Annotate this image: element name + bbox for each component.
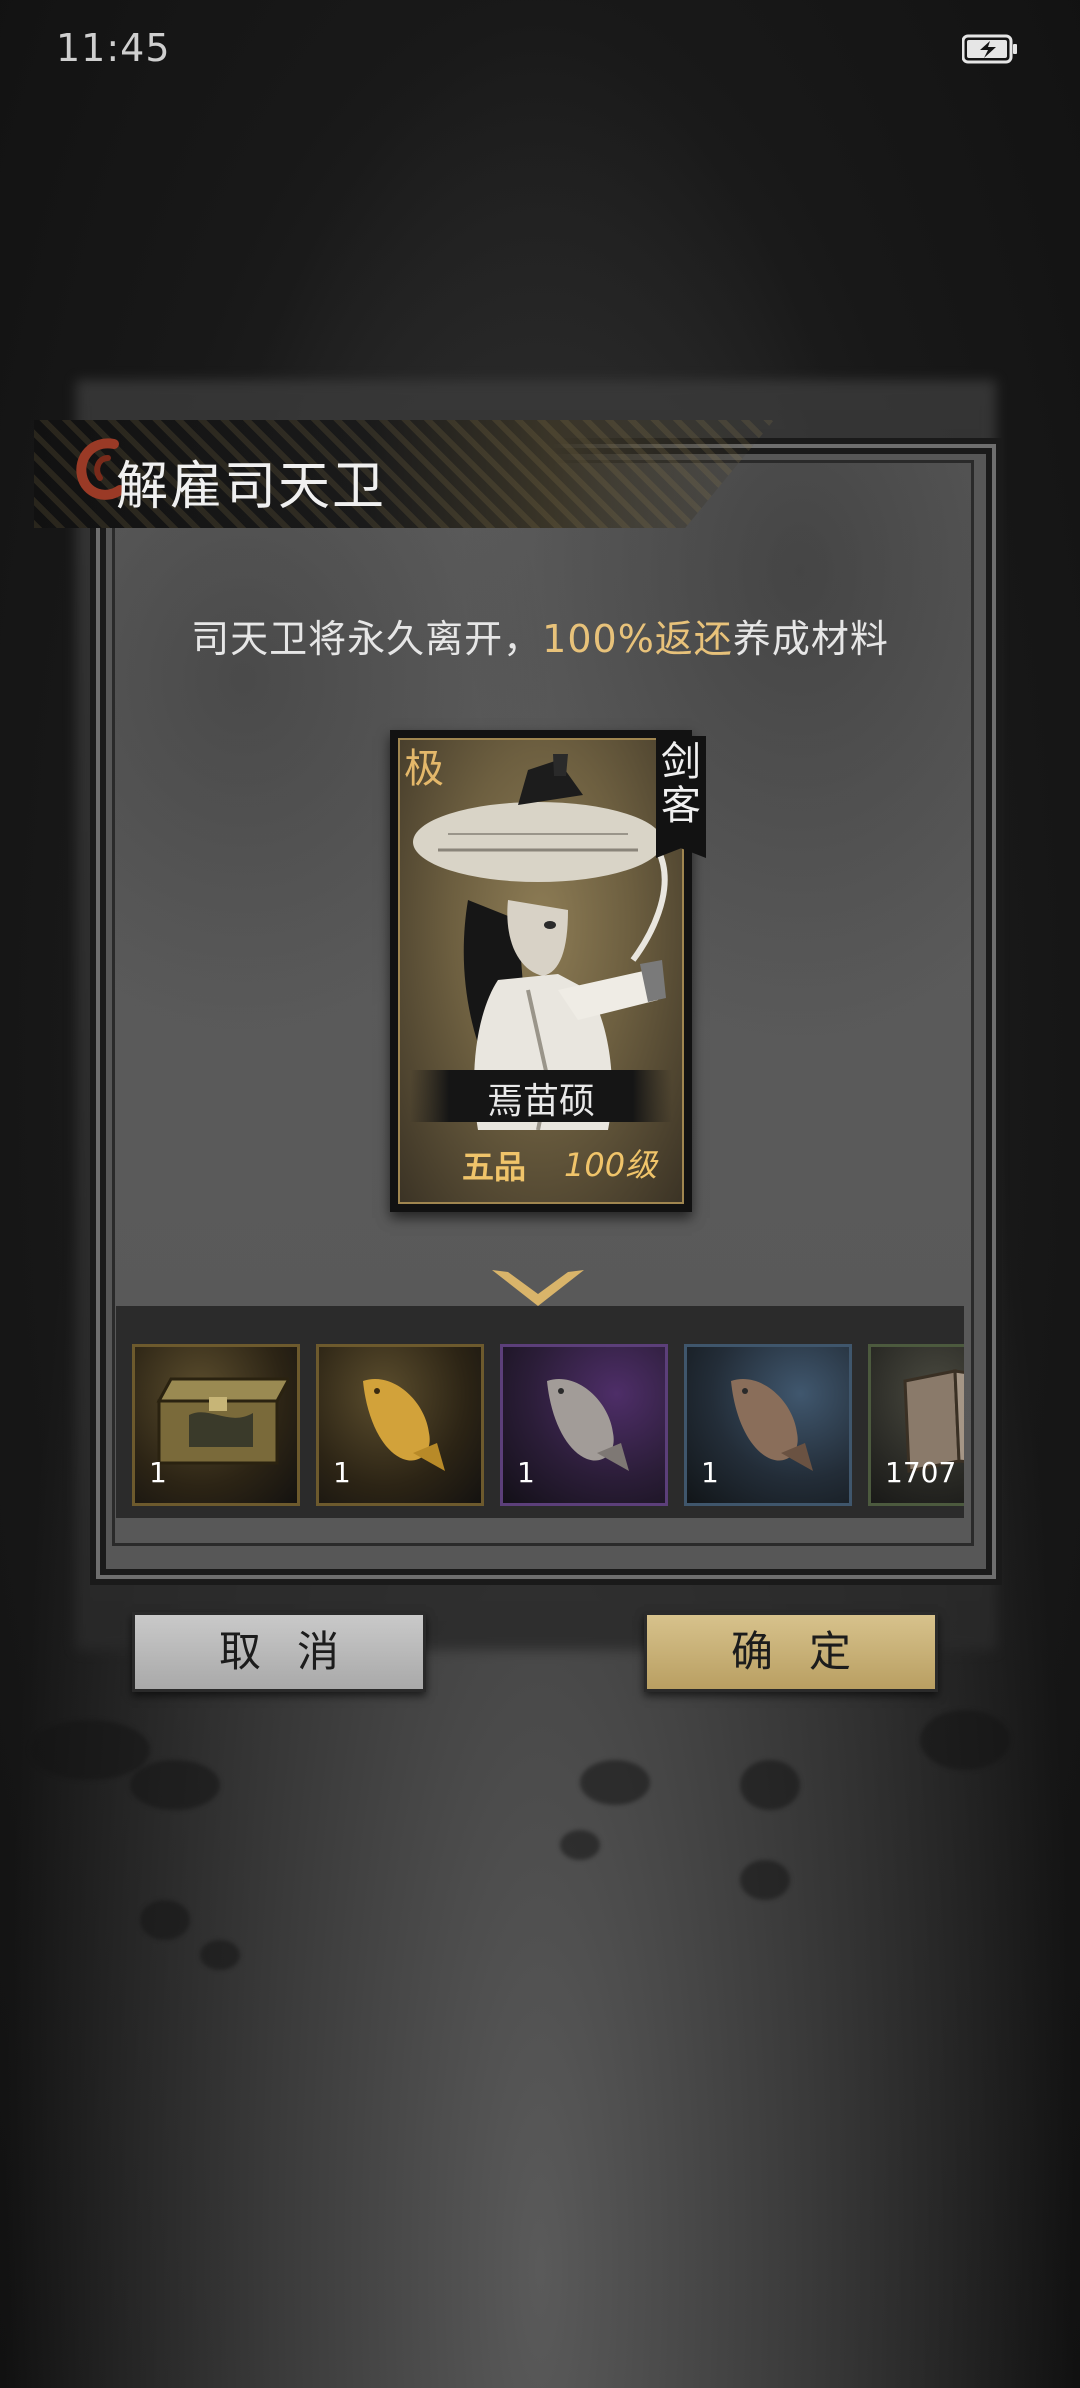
reward-item[interactable]: 1 [684, 1344, 852, 1506]
card-grade: 五品 [462, 1148, 527, 1186]
message-prefix: 司天卫将永久离开， [191, 617, 543, 661]
message-suffix: 养成材料 [732, 617, 889, 661]
reward-count: 1 [333, 1456, 351, 1489]
status-time: 11:45 [56, 26, 171, 70]
chevron-down-icon [492, 1270, 584, 1306]
reward-count: 1 [517, 1456, 535, 1489]
card-level: 100级 [564, 1146, 658, 1184]
reward-count: 1707 [885, 1456, 957, 1489]
message-highlight: 100%返还 [542, 617, 733, 661]
returned-materials-list[interactable]: 1 1 1 1 1707 [116, 1306, 964, 1518]
golden-carp-icon [363, 1379, 445, 1471]
treasure-chest-icon [156, 1377, 289, 1465]
card-rank: 极 [404, 746, 444, 792]
reward-count: 1 [701, 1456, 719, 1489]
screen: 11:45 解雇司天卫 司天卫将永久离开，100%返还养成材料 极 剑客 焉苗硕… [0, 0, 1080, 2388]
ink-blot [580, 1760, 650, 1805]
dialog-message: 司天卫将永久离开，100%返还养成材料 [0, 608, 1080, 663]
dialog-title: 解雇司天卫 [116, 457, 387, 517]
reward-item[interactable]: 1 [500, 1344, 668, 1506]
ink-blot [740, 1760, 800, 1810]
ink-blot [30, 1720, 150, 1780]
ink-blot [140, 1900, 190, 1940]
reward-count: 1 [149, 1456, 167, 1489]
status-bar: 11:45 [0, 0, 1080, 100]
ink-blot [130, 1760, 220, 1810]
silver-carp-icon [547, 1379, 629, 1471]
cancel-button[interactable]: 取消 [132, 1612, 426, 1692]
bronze-carp-icon [731, 1379, 813, 1471]
ink-blot [920, 1710, 1010, 1770]
reward-item[interactable]: 1 [316, 1344, 484, 1506]
reward-item[interactable]: 1 [132, 1344, 300, 1506]
ink-blot [740, 1860, 790, 1900]
card-class: 剑客 [656, 736, 706, 858]
ink-blot [200, 1940, 240, 1970]
ink-blot [560, 1830, 600, 1860]
card-name: 焉苗硕 [486, 1081, 595, 1122]
reward-item[interactable]: 1707 [868, 1344, 964, 1506]
battery-icon [962, 34, 1017, 64]
confirm-button[interactable]: 确定 [644, 1612, 938, 1692]
